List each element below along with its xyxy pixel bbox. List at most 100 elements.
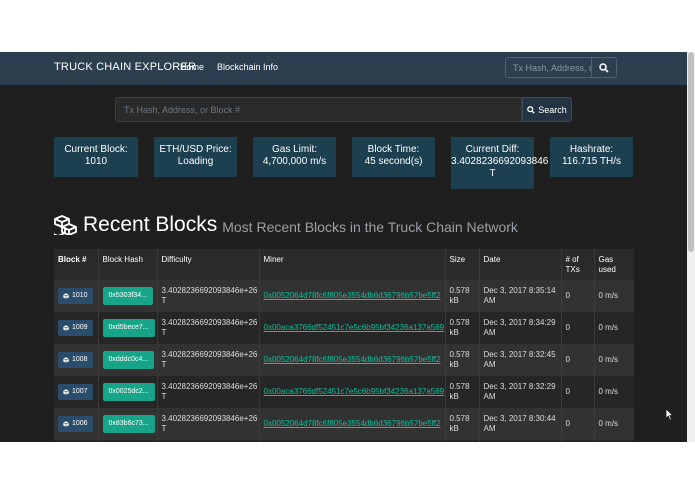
cell-txs: 0 <box>560 280 594 312</box>
column-header-date[interactable]: Date <box>478 249 561 280</box>
scrollbar[interactable] <box>687 52 695 442</box>
cell-txs: 0 <box>560 440 594 442</box>
miner-link[interactable]: 0x0052064d78fc6f805e3554db6d36796b57be5f… <box>264 291 441 300</box>
page-subtitle: Most Recent Blocks in the Truck Chain Ne… <box>222 219 518 235</box>
cubes-icon <box>54 215 77 235</box>
stat-label: Current Diff: <box>465 144 520 155</box>
stat-value: 4,700,000 m/s <box>262 156 327 167</box>
block-number: 1010 <box>72 292 88 299</box>
column-header-size[interactable]: Size <box>444 249 479 280</box>
table-row: 1010 0x5303f34... 3.4028236692093846e+26 T… <box>54 280 634 312</box>
stat-value: 1010 <box>84 156 108 167</box>
search-icon <box>599 62 609 73</box>
miner-link[interactable]: 0x00aca3766df52451c7e5c6b95bf34236a137a5… <box>264 387 445 396</box>
stat-label: Block Time: <box>367 144 420 155</box>
block-number: 1006 <box>72 420 88 427</box>
column-header-miner[interactable]: Miner <box>258 249 445 280</box>
cell-date: Dec 3, 2017 8:34:29 AM <box>478 312 561 344</box>
cell-block: 1005 <box>54 440 98 442</box>
cell-miner: 0x0052064d78fc6f805e3554db6d36796b57be5f… <box>258 280 445 312</box>
stat-value: 116.715 TH/s <box>561 156 622 167</box>
cell-block: 1006 <box>54 408 98 440</box>
cell-txs: 0 <box>560 344 594 376</box>
column-header-txs[interactable]: # of TXs <box>560 249 594 280</box>
block-number: 1008 <box>72 356 88 363</box>
column-header-gas[interactable]: Gas used <box>593 249 634 280</box>
table-row: 1007 0x0025dc2... 3.4028236692093846e+26 T… <box>54 376 634 408</box>
blocks-table-container: Block # Block Hash Difficulty Miner Size… <box>54 249 634 442</box>
cell-txs: 0 <box>560 312 594 344</box>
table-row: 1009 0xd5bece7... 3.4028236692093846e+26 T… <box>54 312 634 344</box>
cell-txs: 0 <box>560 376 594 408</box>
cell-date: Dec 3, 2017 8:30:00 AM <box>478 440 561 442</box>
cell-size: 0.578 kB <box>444 344 479 376</box>
miner-link[interactable]: 0x00aca3766df52451c7e5c6b95bf34236a137a5… <box>264 323 445 332</box>
stat-current-diff: Current Diff: 3.4028236692093846 T <box>451 137 548 189</box>
cell-miner: 0x00aca3766df52451c7e5c6b95bf34236a137a5… <box>258 440 445 442</box>
main-search-button[interactable]: Search <box>522 97 572 122</box>
stat-hashrate: Hashrate: 116.715 TH/s <box>550 137 633 177</box>
cell-hash: 0x83b6c73... <box>97 408 157 440</box>
mouse-cursor-icon <box>665 408 674 421</box>
cell-miner: 0x00aca3766df52451c7e5c6b95bf34236a137a5… <box>258 312 445 344</box>
cell-txs: 0 <box>560 408 594 440</box>
cell-date: Dec 3, 2017 8:32:29 AM <box>478 376 561 408</box>
cell-difficulty: 3.4028236692093846e+26 T <box>156 376 259 408</box>
column-header-difficulty[interactable]: Difficulty <box>156 249 259 280</box>
block-hash-button[interactable]: 0xdddc0c4... <box>102 351 155 369</box>
scrollbar-thumb[interactable] <box>688 52 694 252</box>
cell-hash: 0xdddc0c4... <box>97 344 157 376</box>
block-hash-button[interactable]: 0xd5bece7... <box>102 319 155 337</box>
stat-block-time: Block Time: 45 second(s) <box>352 137 435 177</box>
cell-gas: 0 m/s <box>593 312 634 344</box>
block-hash-button[interactable]: 0x5303f34... <box>102 287 154 305</box>
table-row: 10050xdda4ad8...3.4028236692093846e+26 T… <box>54 440 634 442</box>
block-hash-button[interactable]: 0x83b6c73... <box>102 415 155 433</box>
cell-date: Dec 3, 2017 8:30:44 AM <box>478 408 561 440</box>
cell-size: 0.578 kB <box>444 408 479 440</box>
cell-gas: 0 m/s <box>593 280 634 312</box>
block-number-button[interactable]: 1008 <box>58 352 93 368</box>
column-header-hash[interactable]: Block Hash <box>97 249 157 280</box>
stat-label: Current Block: <box>64 144 128 155</box>
cell-difficulty: 3.4028236692093846e+26 T <box>156 440 259 442</box>
column-header-block[interactable]: Block # <box>54 249 98 280</box>
cell-difficulty: 3.4028236692093846e+26 T <box>156 408 259 440</box>
cell-gas: 0 m/s <box>593 376 634 408</box>
cell-gas: 0 m/s <box>593 440 634 442</box>
miner-link[interactable]: 0x0052064d78fc6f805e3554db6d36796b57be5f… <box>264 355 441 364</box>
block-number-button[interactable]: 1010 <box>58 288 93 304</box>
stat-gas-limit: Gas Limit: 4,700,000 m/s <box>253 137 336 177</box>
navbar-search-button[interactable] <box>592 57 617 78</box>
navbar-search-input[interactable]: Tx Hash, Address, or Block # <box>505 57 592 78</box>
nav-link-home[interactable]: Home <box>180 62 204 72</box>
search-button-label: Search <box>538 104 567 115</box>
block-number: 1007 <box>72 388 88 395</box>
nav-link-blockchain-info[interactable]: Blockchain Info <box>217 62 278 72</box>
cube-icon <box>63 421 69 427</box>
cell-size: 0.578 kB <box>444 440 479 442</box>
block-hash-button[interactable]: 0x0025dc2... <box>102 383 155 401</box>
cube-icon <box>63 357 69 363</box>
cell-miner: 0x0052064d78fc6f805e3554db6d36796b57be5f… <box>258 408 445 440</box>
block-number-button[interactable]: 1007 <box>58 384 93 400</box>
miner-link[interactable]: 0x0052064d78fc6f805e3554db6d36796b57be5f… <box>264 419 441 428</box>
cell-size: 0.578 kB <box>444 312 479 344</box>
block-number: 1009 <box>72 324 88 331</box>
cell-hash: 0x5303f34... <box>97 280 157 312</box>
search-icon <box>527 105 535 114</box>
stat-value: Loading <box>177 156 214 167</box>
navbar: TRUCK CHAIN EXPLORER Home Blockchain Inf… <box>0 52 687 85</box>
block-number-button[interactable]: 1009 <box>58 320 93 336</box>
cell-difficulty: 3.4028236692093846e+26 T <box>156 312 259 344</box>
cube-icon <box>63 389 69 395</box>
stat-label: Gas Limit: <box>271 144 317 155</box>
cell-difficulty: 3.4028236692093846e+26 T <box>156 280 259 312</box>
cell-miner: 0x00aca3766df52451c7e5c6b95bf34236a137a5… <box>258 376 445 408</box>
brand-title[interactable]: TRUCK CHAIN EXPLORER <box>54 61 196 73</box>
main-search-input[interactable]: Tx Hash, Address, or Block # <box>115 97 522 122</box>
block-number-button[interactable]: 1006 <box>58 416 93 432</box>
cell-gas: 0 m/s <box>593 344 634 376</box>
stat-current-block: Current Block: 1010 <box>54 137 138 177</box>
cell-block: 1010 <box>54 280 98 312</box>
